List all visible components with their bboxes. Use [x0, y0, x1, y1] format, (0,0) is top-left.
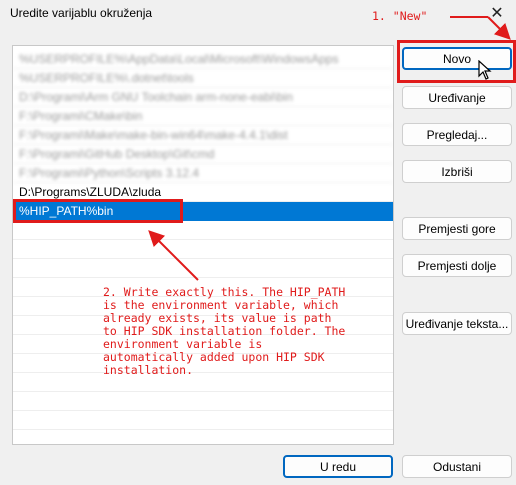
close-icon[interactable]: ✕: [484, 0, 510, 26]
ok-button[interactable]: U redu: [283, 455, 393, 478]
title-bar: Uredite varijablu okruženja ✕: [0, 0, 516, 28]
delete-button[interactable]: Izbriši: [402, 160, 512, 183]
list-item[interactable]: F:\Programi\GitHub Desktop\Git\cmd: [13, 145, 393, 164]
list-item[interactable]: %USERPROFILE%\AppData\Local\Microsoft\Wi…: [13, 50, 393, 69]
move-down-button[interactable]: Premjesti dolje: [402, 254, 512, 277]
list-item-empty[interactable]: [13, 411, 393, 430]
edit-text-button[interactable]: Uređivanje teksta...: [402, 312, 512, 335]
list-item[interactable]: D:\Programs\ZLUDA\zluda: [13, 183, 393, 202]
annotation-step-1: 1. "New": [372, 9, 428, 23]
list-item-empty[interactable]: [13, 259, 393, 278]
move-up-button[interactable]: Premjesti gore: [402, 217, 512, 240]
mouse-cursor-icon: [478, 60, 492, 80]
list-item[interactable]: F:\Programi\CMake\bin: [13, 107, 393, 126]
new-button[interactable]: Novo: [402, 47, 512, 70]
edit-button[interactable]: Uređivanje: [402, 86, 512, 109]
browse-button[interactable]: Pregledaj...: [402, 123, 512, 146]
list-item[interactable]: D:\Programi\Arm GNU Toolchain arm-none-e…: [13, 88, 393, 107]
list-item[interactable]: F:\Programi\Make\make-bin-win64\make-4.4…: [13, 126, 393, 145]
cancel-button[interactable]: Odustani: [402, 455, 512, 478]
path-list[interactable]: %USERPROFILE%\AppData\Local\Microsoft\Wi…: [12, 45, 394, 445]
list-item[interactable]: %HIP_PATH%bin: [13, 202, 393, 221]
list-item[interactable]: F:\Programi\Python\Scripts 3.12.4: [13, 164, 393, 183]
annotation-step-2: 2. Write exactly this. The HIP_PATH is t…: [103, 285, 346, 377]
list-item-empty[interactable]: [13, 240, 393, 259]
list-item[interactable]: %USERPROFILE%\.dotnet\tools: [13, 69, 393, 88]
list-item-empty[interactable]: [13, 392, 393, 411]
window-title: Uredite varijablu okruženja: [10, 6, 153, 20]
list-item-empty[interactable]: [13, 221, 393, 240]
